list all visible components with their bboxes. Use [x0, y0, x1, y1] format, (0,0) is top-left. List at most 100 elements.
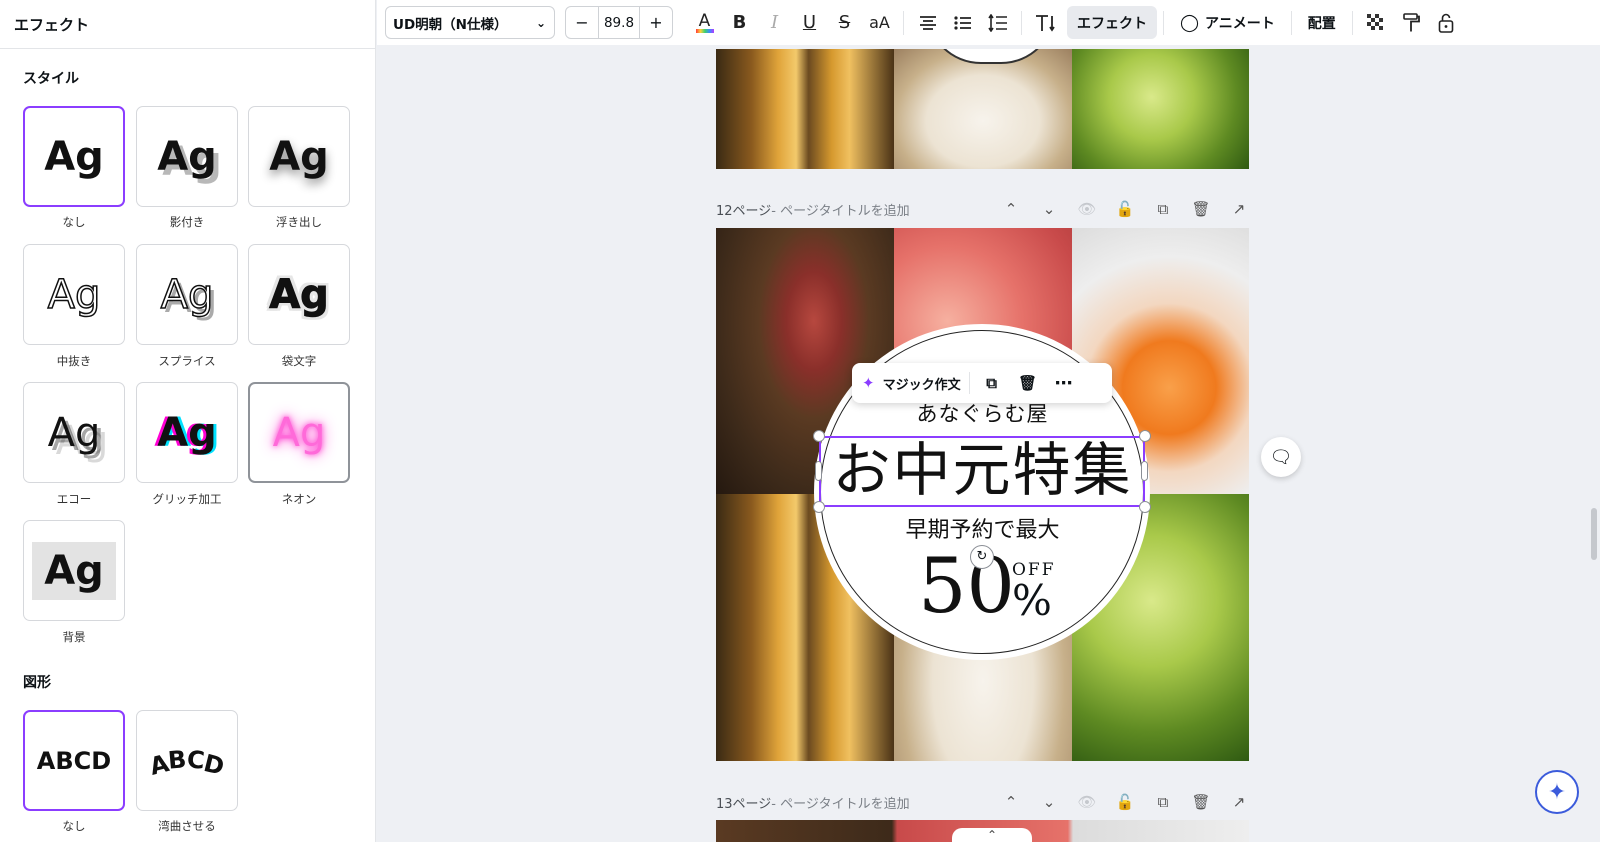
divider: [968, 372, 970, 394]
style-lift-tile[interactable]: Ag: [248, 106, 350, 207]
duplicate-page-icon[interactable]: ⧉: [1153, 793, 1173, 811]
effects-button[interactable]: エフェクト: [1067, 6, 1157, 39]
chevron-down-icon: ⌄: [535, 15, 546, 30]
divider: [1351, 10, 1353, 35]
style-sample: Ag: [157, 133, 217, 180]
lock-page-icon[interactable]: 🔓: [1115, 200, 1135, 218]
style-label: グリッチ加工: [152, 492, 222, 506]
style-none-tile[interactable]: Ag: [23, 106, 125, 207]
style-echo-tile[interactable]: Ag: [23, 382, 125, 483]
style-sample: Ag: [47, 409, 101, 456]
magic-write-button[interactable]: マジック作文: [883, 374, 961, 393]
style-outline-tile[interactable]: Ag: [248, 244, 350, 345]
list-icon[interactable]: [945, 5, 980, 40]
bold-button[interactable]: B: [722, 5, 757, 40]
style-sample: Ag: [160, 271, 214, 319]
duplicate-icon[interactable]: ⧉: [978, 374, 1006, 392]
resize-handle[interactable]: [813, 430, 825, 442]
strikethrough-button[interactable]: S: [827, 5, 862, 40]
grapes-photo: [1072, 49, 1249, 169]
lock-page-icon[interactable]: 🔓: [1115, 793, 1135, 811]
spacing-icon[interactable]: [980, 5, 1015, 40]
transparency-icon[interactable]: [1359, 5, 1394, 40]
noodles-photo: [894, 49, 1072, 169]
style-sample: Ag: [269, 271, 330, 318]
page-12-label: 12ページ: [716, 203, 772, 219]
add-comment-icon[interactable]: 🗨: [1261, 437, 1301, 477]
letter-case-button[interactable]: aA: [862, 5, 897, 40]
hide-icon[interactable]: 👁: [1077, 793, 1097, 811]
resize-handle[interactable]: [813, 501, 825, 513]
divider: [1163, 10, 1164, 35]
style-label: 袋文字: [281, 354, 317, 368]
text-color-icon: A: [698, 10, 711, 31]
effects-panel: エフェクト スタイル Ag なし Ag 影付き Ag 浮き出し Ag 中抜き A…: [0, 0, 376, 842]
align-center-icon[interactable]: [910, 5, 945, 40]
animate-icon: ◯: [1180, 12, 1200, 33]
page-title-input[interactable]: - ページタイトルを追加: [771, 793, 909, 812]
shape-label: なし: [62, 819, 86, 833]
resize-handle[interactable]: [1139, 501, 1151, 513]
move-up-icon[interactable]: ⌃: [1001, 200, 1021, 218]
style-glitch-tile[interactable]: Ag: [136, 382, 238, 483]
shape-curve-tile[interactable]: ABCD: [136, 710, 238, 811]
scrollbar-thumb[interactable]: [1591, 508, 1597, 560]
style-label: スプライス: [158, 354, 216, 368]
style-label: なし: [62, 215, 86, 229]
move-down-icon[interactable]: ⌄: [1039, 793, 1059, 811]
delete-page-icon[interactable]: 🗑: [1191, 793, 1211, 811]
increase-size-button[interactable]: +: [640, 13, 672, 32]
subline-text[interactable]: 早期予約で最大: [716, 512, 1249, 544]
page-controls: ⌃ ⌄ 👁 🔓 ⧉ 🗑 ↗: [1001, 200, 1249, 218]
hide-icon[interactable]: 👁: [1077, 200, 1097, 218]
curved-sample: ABCD: [146, 744, 228, 781]
magic-write-icon: ✦: [862, 374, 875, 392]
style-neon-tile[interactable]: Ag: [248, 382, 350, 483]
beer-photo: [716, 49, 894, 169]
font-size-input[interactable]: 89.8: [598, 7, 640, 38]
more-options-icon[interactable]: ⋯: [1050, 373, 1078, 394]
style-label: 影付き: [169, 215, 205, 229]
text-color-button[interactable]: A: [687, 5, 722, 40]
decrease-size-button[interactable]: −: [566, 13, 598, 32]
shapes-heading: 図形: [23, 675, 51, 691]
text-toolbar: UD明朝（N仕様） ⌄ − 89.8 + A B I U S aA エフェクト …: [377, 0, 1600, 45]
vertical-text-icon[interactable]: [1028, 5, 1063, 40]
divider: [1290, 10, 1292, 35]
lock-icon[interactable]: [1429, 5, 1464, 40]
element-floating-toolbar: ✦ マジック作文 ⧉ 🗑 ⋯: [852, 363, 1112, 403]
underline-button[interactable]: U: [792, 5, 827, 40]
style-splice-tile[interactable]: Ag: [136, 244, 238, 345]
selection-box: [819, 436, 1145, 507]
font-family-select[interactable]: UD明朝（N仕様） ⌄: [385, 6, 555, 39]
style-background-tile[interactable]: Ag: [23, 520, 125, 621]
magic-assistant-icon[interactable]: ✦: [1535, 770, 1579, 814]
percent-sign[interactable]: %: [1012, 576, 1052, 625]
side-handle[interactable]: [1141, 461, 1148, 481]
paint-roller-icon[interactable]: [1394, 5, 1429, 40]
style-sample: Ag: [44, 133, 104, 180]
style-sample: Ag: [157, 409, 217, 456]
style-hollow-tile[interactable]: Ag: [23, 244, 125, 345]
add-page-icon[interactable]: ↗: [1229, 793, 1249, 811]
duplicate-page-icon[interactable]: ⧉: [1153, 200, 1173, 218]
side-handle[interactable]: [815, 461, 822, 481]
animate-button[interactable]: ◯ アニメート: [1170, 6, 1285, 39]
delete-icon[interactable]: 🗑: [1014, 374, 1042, 392]
italic-button[interactable]: I: [757, 5, 792, 40]
move-up-icon[interactable]: ⌃: [1001, 793, 1021, 811]
style-shadow-tile[interactable]: Ag: [136, 106, 238, 207]
page-11-preview[interactable]: [716, 49, 1249, 169]
position-button[interactable]: 配置: [1298, 6, 1346, 39]
add-page-icon[interactable]: ↗: [1229, 200, 1249, 218]
shape-none-tile[interactable]: ABCD: [23, 710, 125, 811]
move-down-icon[interactable]: ⌄: [1039, 200, 1059, 218]
resize-handle[interactable]: [1139, 430, 1151, 442]
animate-label: アニメート: [1205, 15, 1275, 32]
page-title-input[interactable]: - ページタイトルを追加: [771, 200, 909, 219]
rotate-icon[interactable]: ↻: [970, 545, 994, 569]
delete-page-icon[interactable]: 🗑: [1191, 200, 1211, 218]
style-sample: Ag: [32, 541, 116, 600]
style-sample: Ag: [272, 409, 326, 456]
expand-pages-icon[interactable]: ⌃: [952, 828, 1032, 842]
